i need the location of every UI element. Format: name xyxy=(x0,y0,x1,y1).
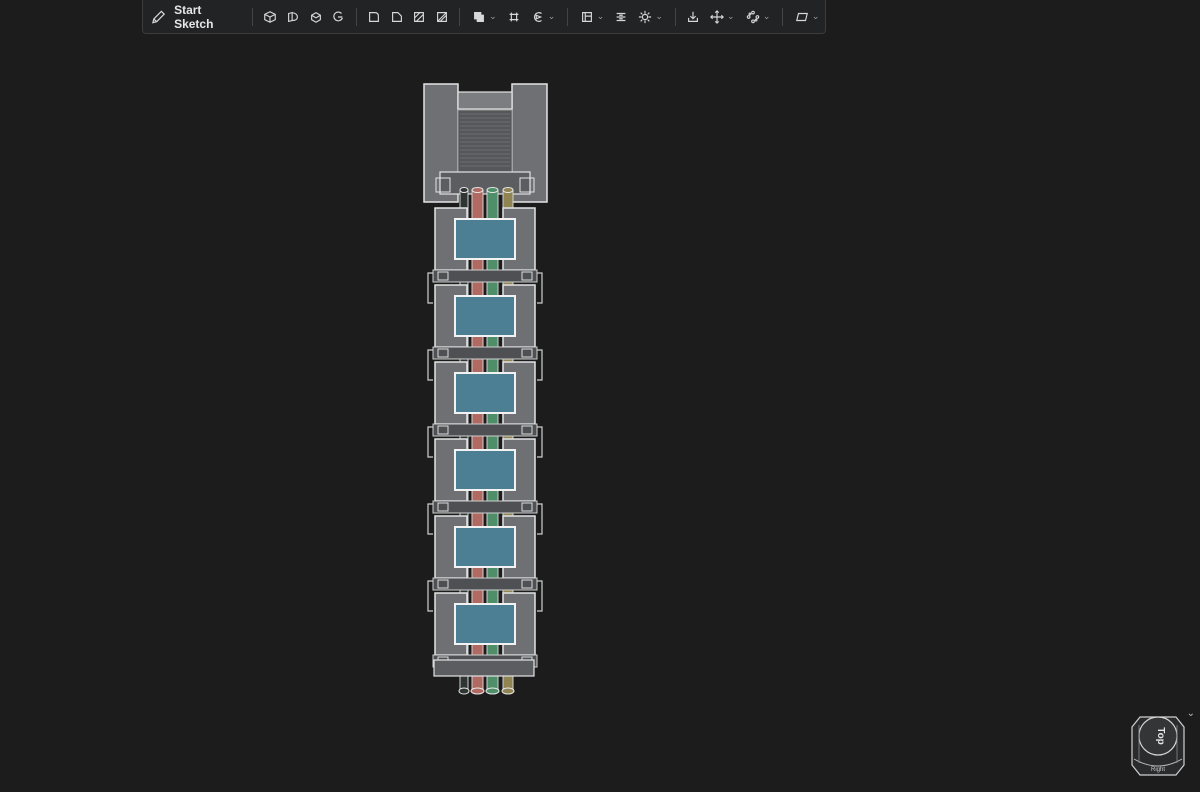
side-clamp-right xyxy=(537,580,543,612)
module-panel xyxy=(454,603,516,645)
side-clamp-left xyxy=(427,580,433,612)
tube-end-cap xyxy=(458,687,470,695)
module-panel xyxy=(454,449,516,491)
module-connector xyxy=(432,500,538,514)
module-panel xyxy=(454,218,516,260)
module-connector xyxy=(432,423,538,437)
module-panel xyxy=(454,526,516,568)
header-base xyxy=(439,171,531,195)
side-clamp-left xyxy=(427,272,433,304)
side-clamp-left xyxy=(427,349,433,381)
viewcube-chevron-down-icon[interactable]: ⌄ xyxy=(1187,708,1195,719)
side-clamp-right xyxy=(537,272,543,304)
side-clamp-left xyxy=(427,503,433,535)
tube-top-cap xyxy=(471,187,484,193)
viewcube-right-label[interactable]: Right xyxy=(1151,767,1165,773)
header-top-bar xyxy=(457,91,513,110)
3d-viewport[interactable] xyxy=(0,0,1200,787)
model-render xyxy=(423,83,548,695)
module-panel xyxy=(454,372,516,414)
header-grille xyxy=(457,109,513,173)
side-clamp-left xyxy=(427,426,433,458)
module-connector xyxy=(432,577,538,591)
tube-end-cap xyxy=(501,687,515,695)
module-connector xyxy=(432,346,538,360)
module-panel xyxy=(454,295,516,337)
view-cube[interactable]: Top Right xyxy=(1130,713,1186,777)
tube-end-cap xyxy=(470,687,485,695)
tube-top-cap xyxy=(486,187,499,193)
tube-end-cap xyxy=(485,687,500,695)
side-clamp-right xyxy=(537,503,543,535)
bottom-plate xyxy=(433,659,535,677)
side-clamp-right xyxy=(537,349,543,381)
tube-top-cap xyxy=(502,187,514,193)
module-connector xyxy=(432,269,538,283)
viewcube-top-label[interactable]: Top xyxy=(1155,727,1166,745)
side-clamp-right xyxy=(537,426,543,458)
tube-top-cap xyxy=(459,187,469,193)
